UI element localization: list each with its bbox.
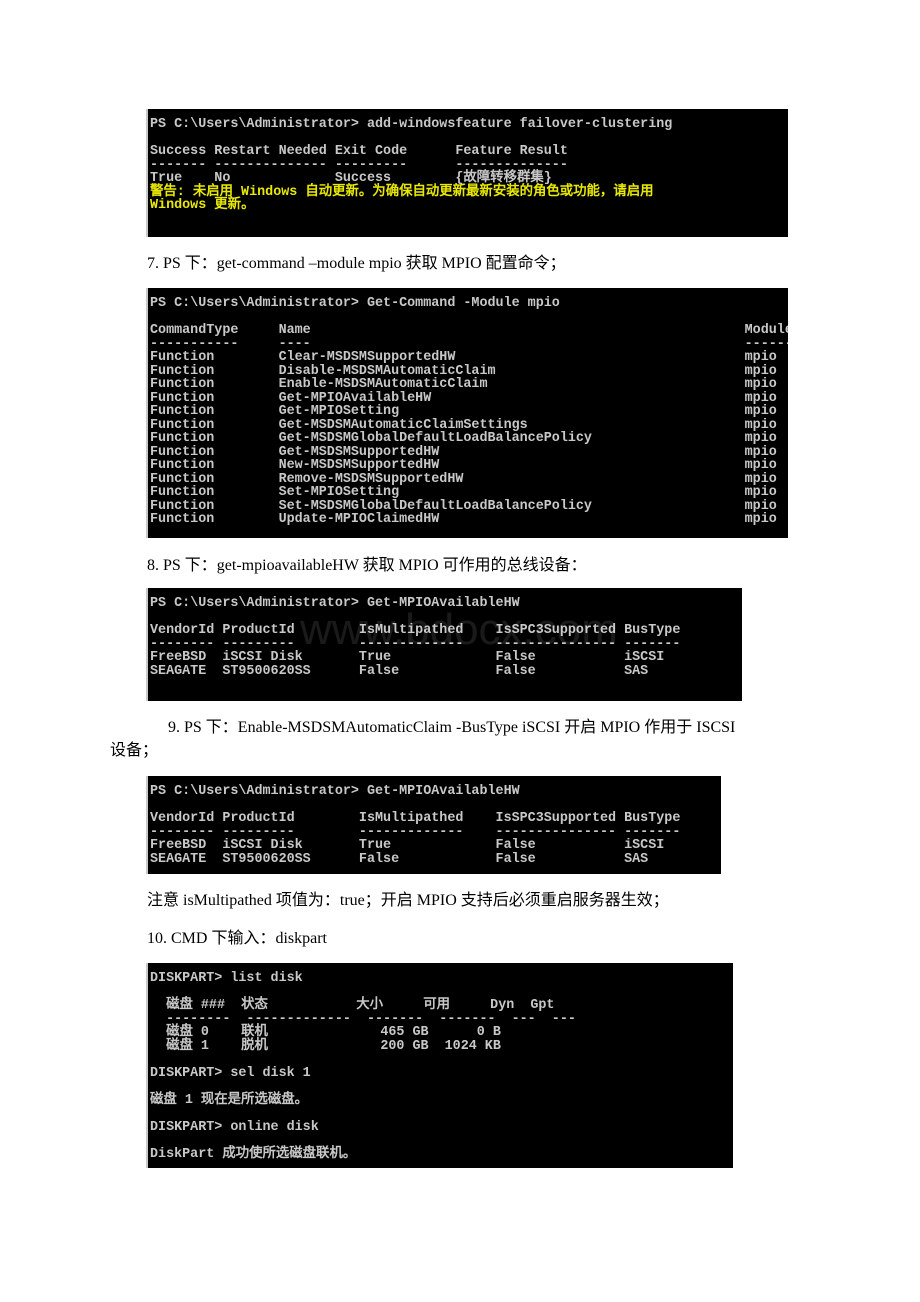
terminal-warning-line: 警告: 未启用 Windows 自动更新。为确保自动更新最新安装的角色或功能，请…: [150, 184, 654, 200]
terminal-line: True No Success {故障转移群集}: [150, 171, 552, 186]
terminal-line: 磁盘 ### 状态 大小 可用 Dyn Gpt: [150, 998, 555, 1013]
terminal-line: 磁盘 1 脱机 200 GB 1024 KB: [150, 1038, 501, 1054]
terminal-line: Function Get-MPIOAvailableHW mpio: [150, 390, 777, 406]
step-9-caption: 9. PS 下：Enable-MSDSMAutomaticClaim -BusT…: [168, 719, 736, 736]
terminal-line: Function Enable-MSDSMAutomaticClaim mpio: [150, 377, 777, 392]
terminal-line: FreeBSD iSCSI Disk True False iSCSI: [150, 650, 665, 665]
step-10-caption: 10. CMD 下输入：diskpart: [147, 930, 328, 947]
terminal-line: Function Get-MSDSMAutomaticClaimSettings…: [150, 417, 777, 433]
terminal-line: -------- --------- ------------- -------…: [150, 824, 681, 840]
terminal-line: Function Get-MPIOSetting mpio: [150, 404, 777, 419]
terminal-line: Success Restart Needed Exit Code Feature…: [150, 144, 568, 159]
terminal-diskpart: DISKPART> list disk 磁盘 ### 状态 大小 可用 Dyn …: [146, 963, 733, 1168]
multipath-note: 注意 isMultipathed 项值为：true；开启 MPIO 支持后必须重…: [147, 892, 669, 909]
terminal-line: Function Clear-MSDSMSupportedHW mpio: [150, 350, 777, 365]
step-9-caption-cont: 设备；: [110, 742, 159, 759]
terminal-get-command: PS C:\Users\Administrator> Get-Command -…: [146, 288, 788, 538]
terminal-line: DISKPART> online disk: [150, 1119, 319, 1135]
terminal-line: ----------- ---- ----------: [150, 336, 788, 352]
terminal-line: Function Set-MSDSMGlobalDefaultLoadBalan…: [150, 498, 777, 514]
terminal-line: Function Update-MPIOClaimedHW mpio: [150, 512, 777, 527]
terminal-line: SEAGATE ST9500620SS False False SAS: [150, 663, 649, 679]
terminal-line: -------- --------- ------------- -------…: [150, 636, 681, 652]
terminal-line: 磁盘 0 联机 465 GB 0 B: [150, 1025, 501, 1040]
terminal-line: ------- -------------- --------- -------…: [150, 157, 568, 173]
terminal-line: DISKPART> list disk: [150, 971, 303, 986]
terminal-get-mpioavailablehw-after: PS C:\Users\Administrator> Get-MPIOAvail…: [146, 776, 721, 874]
terminal-line: DISKPART> sel disk 1: [150, 1065, 311, 1081]
terminal-line: DiskPart 成功使所选磁盘联机。: [150, 1146, 357, 1162]
terminal-line: PS C:\Users\Administrator> Get-MPIOAvail…: [150, 784, 520, 799]
terminal-line: Function Get-MSDSMGlobalDefaultLoadBalan…: [150, 431, 777, 446]
terminal-warning-line: Windows 更新。: [150, 198, 255, 213]
terminal-line: VendorId ProductId IsMultipathed IsSPC3S…: [150, 811, 681, 826]
terminal-add-windowsfeature: PS C:\Users\Administrator> add-windowsfe…: [146, 109, 788, 237]
terminal-line: PS C:\Users\Administrator> Get-MPIOAvail…: [150, 596, 520, 611]
step-8-caption: 8. PS 下：get-mpioavailableHW 获取 MPIO 可作用的…: [147, 557, 587, 574]
terminal-line: CommandType Name ModuleName: [150, 323, 788, 338]
terminal-line: 磁盘 1 现在是所选磁盘。: [150, 1092, 309, 1108]
terminal-line: Function Get-MSDSMSupportedHW mpio: [150, 444, 777, 460]
terminal-line: Function Remove-MSDSMSupportedHW mpio: [150, 471, 777, 487]
terminal-get-mpioavailablehw: PS C:\Users\Administrator> Get-MPIOAvail…: [146, 588, 742, 701]
terminal-line: VendorId ProductId IsMultipathed IsSPC3S…: [150, 623, 681, 638]
terminal-line: Function New-MSDSMSupportedHW mpio: [150, 458, 777, 473]
terminal-line: PS C:\Users\Administrator> Get-Command -…: [150, 296, 560, 311]
terminal-line: -------- ------------- ------- ------- -…: [150, 1011, 576, 1027]
terminal-line: SEAGATE ST9500620SS False False SAS: [150, 851, 649, 867]
terminal-line: PS C:\Users\Administrator> add-windowsfe…: [150, 117, 673, 132]
terminal-line: FreeBSD iSCSI Disk True False iSCSI: [150, 838, 665, 853]
step-7-caption: 7. PS 下：get-command –module mpio 获取 MPIO…: [147, 255, 566, 272]
terminal-line: Function Set-MPIOSetting mpio: [150, 485, 777, 500]
terminal-line: Function Disable-MSDSMAutomaticClaim mpi…: [150, 363, 777, 379]
